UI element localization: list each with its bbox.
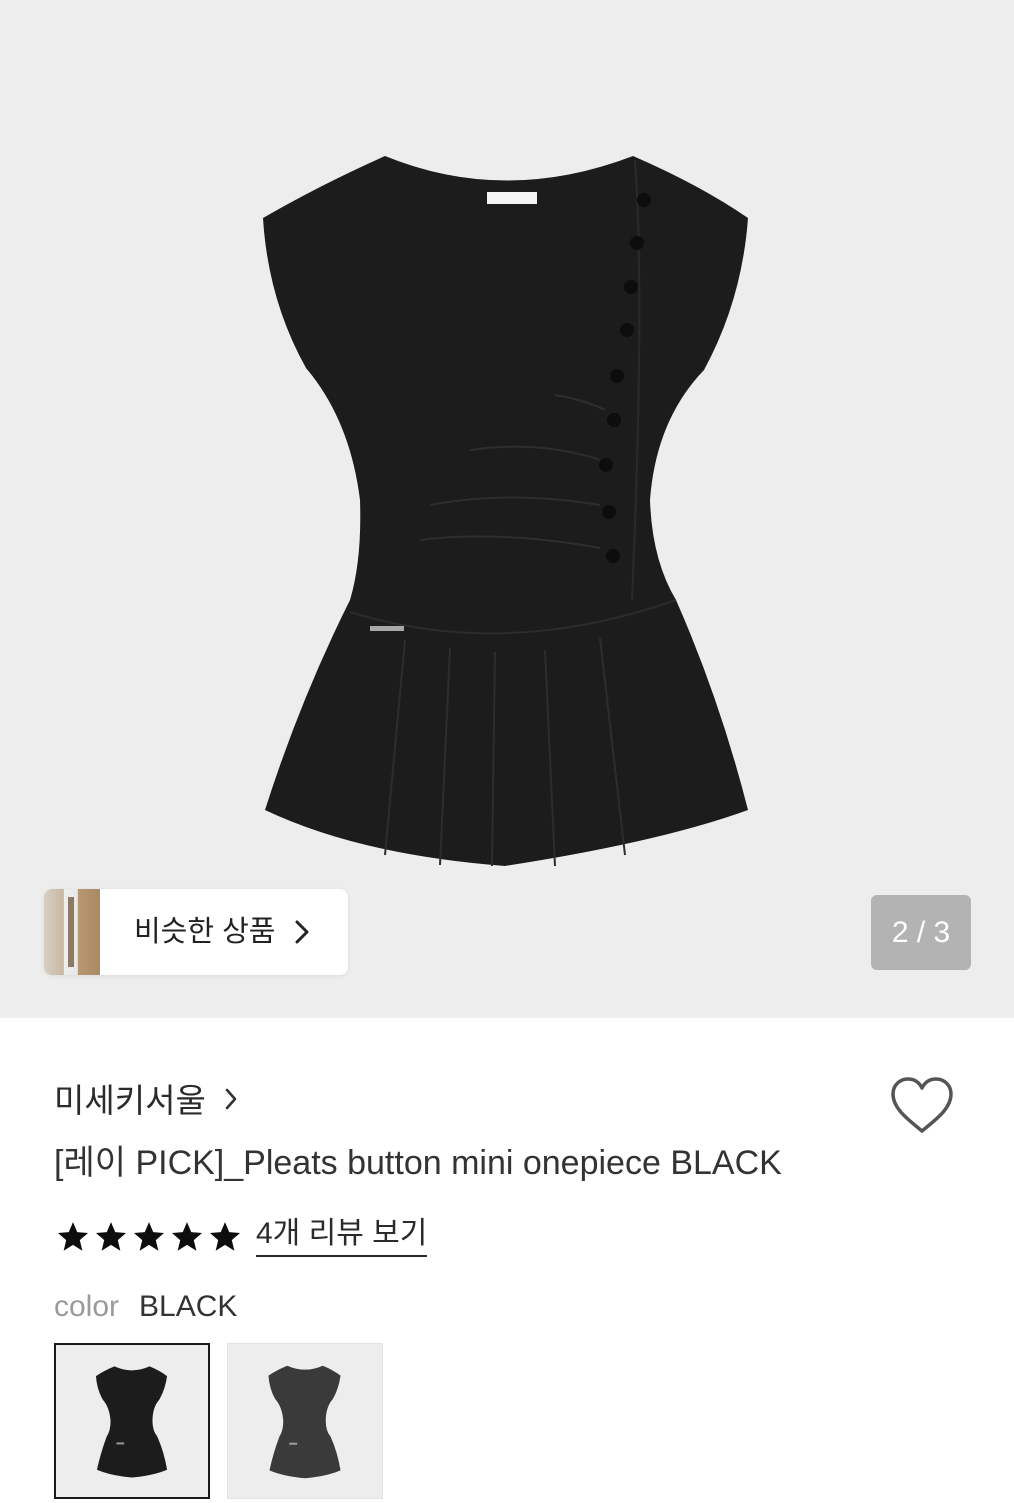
brand-name: 미세키서울 <box>54 1082 206 1119</box>
similar-product-thumbnail <box>44 889 100 975</box>
image-page-counter: 2 / 3 <box>871 895 971 970</box>
star-filled-icon <box>209 1222 241 1251</box>
color-option-row: color BLACK <box>54 1290 237 1324</box>
chevron-right-icon <box>295 920 309 944</box>
chevron-right-icon <box>225 1088 237 1110</box>
color-label: color <box>54 1290 120 1323</box>
swatch-image <box>95 1366 168 1478</box>
star-filled-icon <box>171 1222 203 1251</box>
view-reviews-link[interactable]: 4개 리뷰 보기 <box>256 1217 428 1257</box>
similar-products-button[interactable]: 비슷한 상품 <box>44 889 348 975</box>
product-image-gallery[interactable]: 비슷한 상품 2 / 3 <box>0 0 1014 1018</box>
product-title: [레이 PICK]_Pleats button mini onepiece BL… <box>54 1144 782 1182</box>
heart-outline-icon[interactable] <box>889 1076 955 1136</box>
star-rating <box>56 1220 242 1254</box>
product-image <box>263 156 748 867</box>
color-swatch-charcoal[interactable] <box>227 1343 383 1499</box>
star-filled-icon <box>95 1222 127 1251</box>
swatch-image <box>268 1365 341 1479</box>
brand-link[interactable]: 미세키서울 <box>54 1076 238 1120</box>
star-filled-icon <box>133 1222 165 1251</box>
similar-products-label: 비슷한 상품 <box>134 916 276 948</box>
rating-row: 4개 리뷰 보기 <box>56 1214 428 1260</box>
color-swatch-black[interactable] <box>54 1343 210 1499</box>
color-value: BLACK <box>139 1290 238 1323</box>
star-filled-icon <box>57 1222 89 1251</box>
